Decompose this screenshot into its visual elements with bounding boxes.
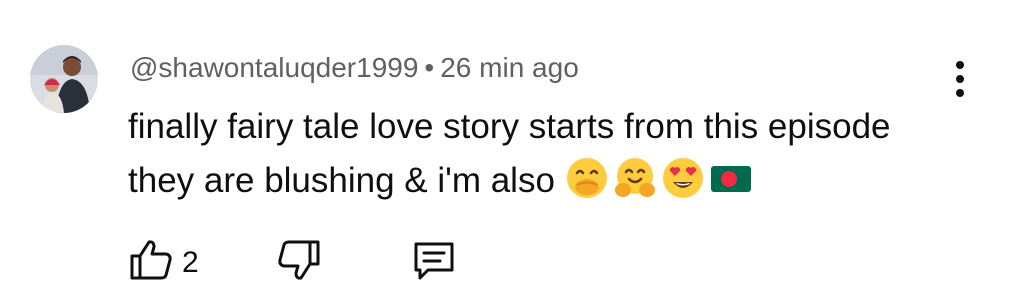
separator: • <box>424 52 435 83</box>
more-options-button[interactable] <box>943 55 977 103</box>
avatar[interactable] <box>30 45 98 113</box>
dislike-button[interactable] <box>276 238 322 287</box>
comment-icon <box>414 242 454 280</box>
author-name[interactable]: @shawontaluqder1999 <box>130 52 418 83</box>
timestamp[interactable]: 26 min ago <box>440 52 579 83</box>
reply-button[interactable] <box>410 238 458 287</box>
comment-line-1: finally fairy tale love story starts fro… <box>128 107 891 146</box>
thumbs-up-icon <box>130 240 172 280</box>
comment-header: @shawontaluqder1999 • 26 min ago <box>130 52 579 84</box>
like-button[interactable] <box>128 238 174 287</box>
comment-card: @shawontaluqder1999 • 26 min ago finally f… <box>0 0 1024 289</box>
like-count: 2 <box>182 246 199 279</box>
avatar-image <box>30 45 98 113</box>
face-with-hand-over-mouth-emoji <box>566 158 607 198</box>
thumbs-down-icon <box>278 240 320 280</box>
smiling-face-with-heart-eyes-emoji <box>662 158 703 198</box>
more-vertical-icon <box>956 61 964 97</box>
comment-body: finally fairy tale love story starts fro… <box>128 100 988 208</box>
comment-line-2-text: they are blushing & i'm also <box>128 161 555 200</box>
hugging-face-emoji <box>614 158 655 197</box>
bangladesh-flag-emoji <box>710 166 751 192</box>
comment-line-2: they are blushing & i'm also <box>128 154 988 208</box>
